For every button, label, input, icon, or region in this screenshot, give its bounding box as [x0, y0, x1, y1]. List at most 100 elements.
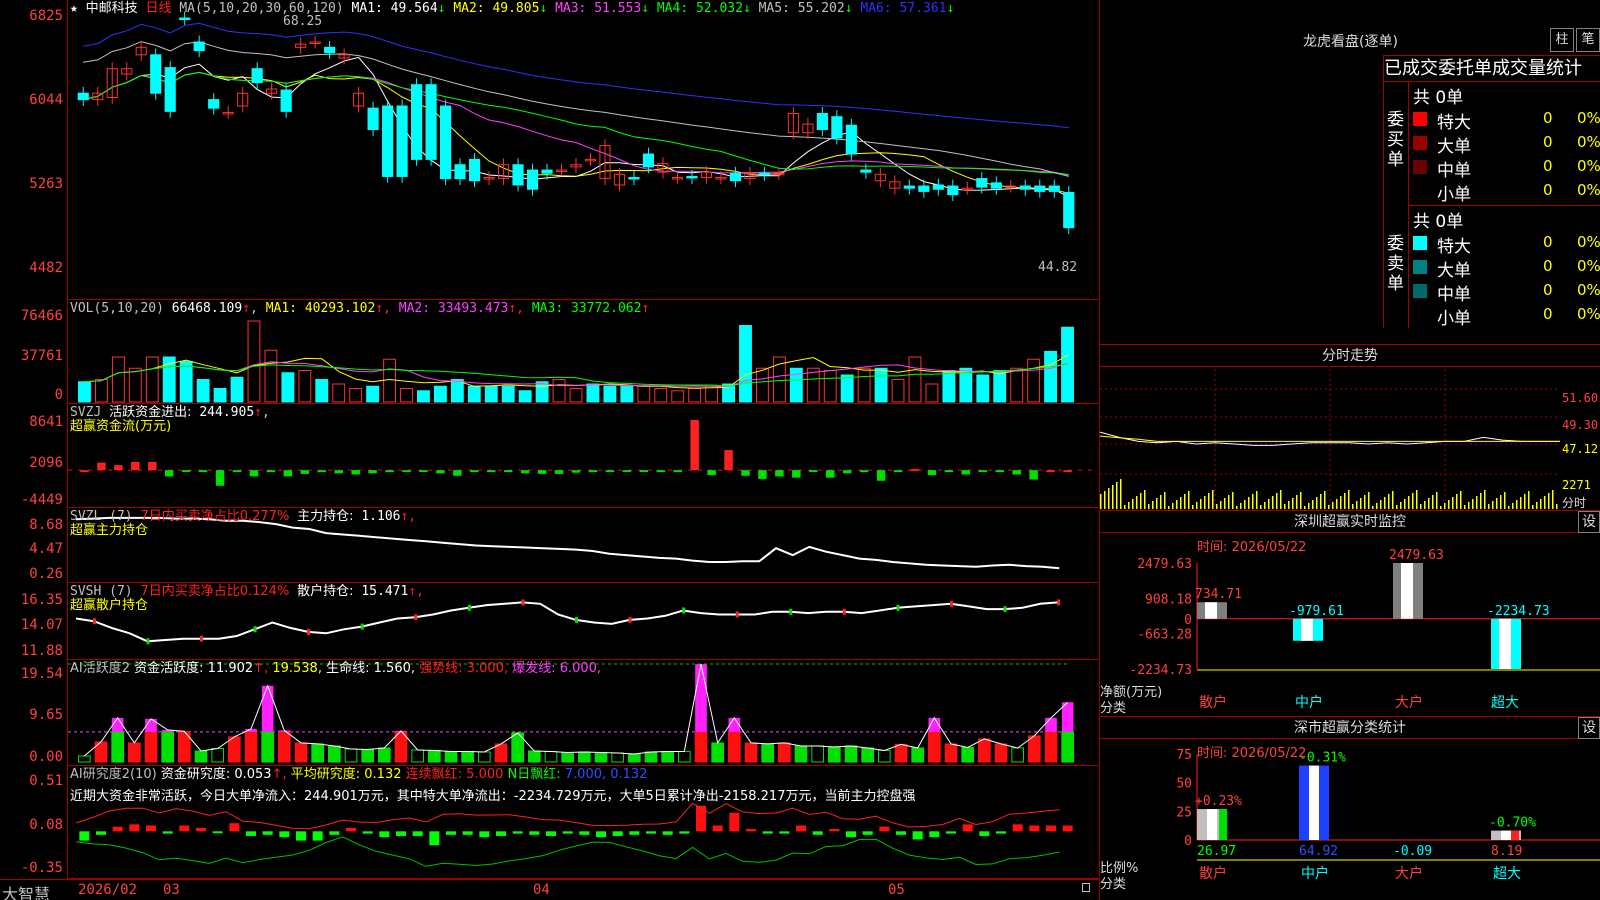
sell-row: 大单 0 0%	[1409, 255, 1600, 281]
activity-bar	[828, 746, 841, 763]
n-red-value: 7.000, 0.132	[564, 767, 648, 782]
ai-research-chart[interactable]	[68, 766, 1098, 879]
ai-research-pane[interactable]: AI研究度2(10) 资金研究度: 0.053↑, 平均研究度: 0.132 连…	[68, 766, 1098, 879]
star-icon[interactable]: ★	[70, 1, 78, 16]
volume-tick	[1448, 500, 1450, 509]
sz-monitor-chart[interactable]: 2479.63 908.18 0-663.28 -2234.73 734.71 散户 -97…	[1100, 511, 1600, 717]
activity-bar	[494, 743, 508, 763]
candle-body	[411, 84, 423, 160]
vol-pane[interactable]: VOL(5,10,20) 66468.109↑, MA1: 40293.102↑…	[68, 300, 1098, 404]
flow-bar	[588, 470, 598, 473]
flow-bar	[571, 470, 581, 473]
flow-bar	[351, 470, 360, 475]
research-bar	[862, 831, 873, 835]
sz-class-panel[interactable]: 深市超赢分类统计 设 时间: 2026/05/22 75 50 25 0 +0.23% 2…	[1099, 716, 1600, 900]
candle-body	[179, 17, 191, 20]
research-bar	[596, 831, 606, 838]
volume-tick	[1104, 491, 1106, 509]
ma-line-2	[83, 71, 1069, 194]
vol-bar	[959, 367, 973, 403]
flow-bar	[1046, 470, 1055, 473]
vol-bar	[1027, 358, 1041, 403]
svzj-header: SVZJ 活跃资金进出: 244.905↑,	[70, 405, 270, 420]
row-count: 0	[1543, 233, 1553, 251]
vol-bar	[213, 388, 227, 403]
sz-class-chart[interactable]: 75 50 25 0 +0.23% 26.97 散户 -0.31% 64.92 中户 -0.09 大户…	[1100, 717, 1600, 900]
period-label[interactable]: 日线	[146, 1, 172, 16]
activity-bar	[861, 747, 874, 763]
svsh-axis: 16.35 14.07 11.88	[0, 583, 68, 660]
vol-ma-arrow: ↑,	[375, 301, 399, 316]
ratio-bar-highlight	[1309, 765, 1319, 840]
research-bar	[979, 831, 990, 836]
volume-tick	[1316, 497, 1318, 509]
volume-tick	[1260, 505, 1262, 509]
volume-tick	[1272, 496, 1274, 509]
svsh-title: SVSH (7)	[70, 584, 133, 599]
research-bar	[646, 831, 656, 834]
candle-body	[628, 177, 640, 180]
buy-row: 大单 0 0%	[1409, 131, 1600, 157]
volume-tick	[1180, 497, 1182, 509]
row-label: 中单	[1437, 161, 1471, 181]
vol-bar	[128, 367, 142, 403]
flow-bar	[944, 470, 954, 473]
volume-tick	[1144, 490, 1146, 509]
research-bar	[762, 831, 773, 834]
activity-bar	[578, 751, 591, 763]
volume-tick	[1440, 506, 1442, 509]
flow-bar	[842, 470, 852, 474]
volume-tick	[1552, 490, 1554, 509]
activity-bar	[211, 747, 224, 763]
row-percent: 0%	[1577, 133, 1600, 151]
activity-bar	[1011, 747, 1024, 763]
research-bar	[1029, 825, 1040, 832]
ai-research-label: 资金研究度:	[160, 767, 231, 782]
svzj-pane[interactable]: SVZJ 活跃资金进出: 244.905↑, 超赢资金流(万元)	[68, 404, 1098, 508]
volume-tick	[1428, 498, 1430, 509]
ratio-bar-green	[1219, 809, 1227, 840]
row-count: 0	[1543, 181, 1553, 199]
tick-mode-button[interactable]: 笔	[1576, 28, 1600, 52]
volume-tick	[1352, 504, 1354, 509]
activity-bar	[661, 750, 674, 763]
kline-pane[interactable]: ★ 中邮科技 日线 MA(5,10,20,30,60,120) MA1: 49.…	[68, 0, 1098, 300]
sz-monitor-panel[interactable]: 深圳超赢实时监控 设 时间: 2026/05/22 2479.63 908.18 0…	[1099, 510, 1600, 716]
vol-header: VOL(5,10,20) 66468.109↑, MA1: 40293.102↑…	[70, 301, 650, 316]
vol-bar	[1044, 350, 1058, 403]
research-bar	[829, 828, 840, 832]
flow-bar	[436, 470, 445, 474]
category-label: 大户	[1395, 865, 1423, 882]
kline-chart[interactable]	[68, 0, 1098, 300]
ma-arrow: ↓	[946, 1, 955, 16]
candle-body	[845, 124, 857, 155]
vol-bar	[501, 385, 515, 403]
svzl-pane[interactable]: SVZL (7) 7日内买卖净占比0.277% 主力持仓: 1.106↑, 超赢…	[68, 508, 1098, 583]
row-percent: 0%	[1577, 157, 1600, 175]
candle-body	[918, 185, 930, 192]
flow-bar	[826, 470, 835, 478]
volume-tick	[1516, 500, 1518, 509]
vol-bar	[739, 325, 752, 403]
bar-mode-button[interactable]: 柱	[1550, 28, 1574, 52]
svsh-value: 15.471	[361, 584, 409, 599]
volume-tick	[1172, 503, 1174, 509]
row-label: 中单	[1437, 285, 1471, 305]
row-label: 特大	[1437, 237, 1471, 257]
lock-icon[interactable]	[1082, 883, 1090, 892]
svsh-pane[interactable]: SVSH (7) 7日内买卖净占比0.124% 散户持仓: 15.471↑, 超…	[68, 583, 1098, 660]
candle-body	[468, 158, 481, 182]
candle-body	[1019, 185, 1031, 190]
ai-active-pane[interactable]: AI活跃度2 资金活跃度: 11.902↑, 19.538, 生命线: 1.56…	[68, 660, 1098, 766]
stock-name[interactable]: 中邮科技	[86, 1, 138, 16]
research-bar	[246, 831, 256, 836]
activity-bar-top	[1045, 717, 1057, 732]
intraday-panel[interactable]: 分时走势 51.60 49.30 47.12 2271 分时	[1099, 344, 1600, 510]
ai-active-label: 资金活跃度:	[134, 661, 204, 676]
intraday-chart[interactable]	[1100, 369, 1560, 509]
research-bar	[546, 831, 556, 836]
research-bar	[879, 826, 890, 832]
ma-value: 51.553	[586, 1, 642, 16]
candle-body	[454, 164, 466, 180]
activity-bar	[128, 742, 141, 763]
